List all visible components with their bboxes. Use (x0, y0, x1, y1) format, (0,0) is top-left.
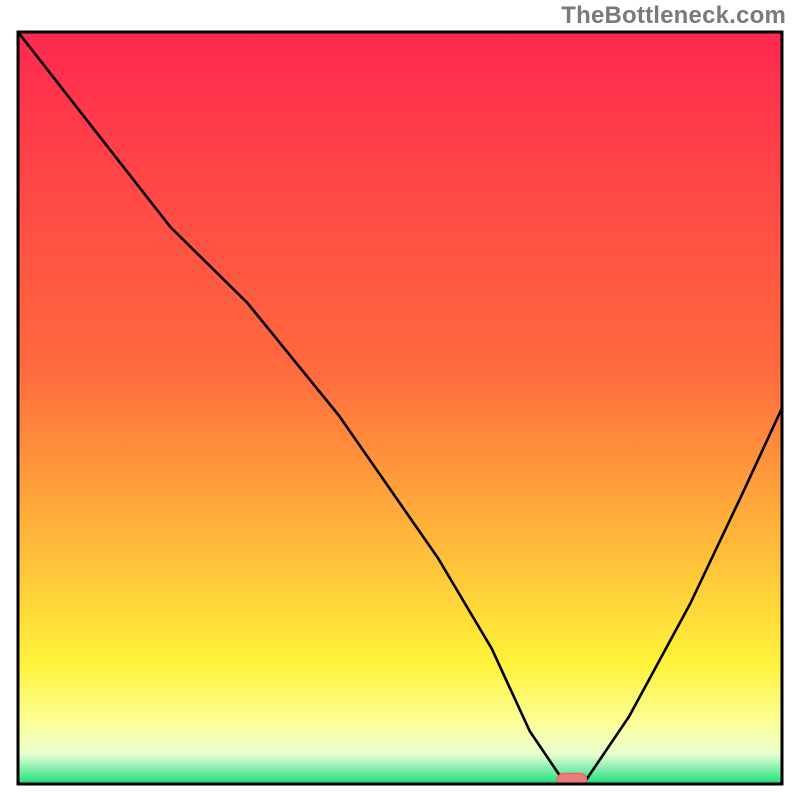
bottleneck-chart (0, 0, 800, 800)
plot-area (18, 32, 782, 787)
gradient-background (18, 32, 782, 784)
chart-stage: TheBottleneck.com (0, 0, 800, 800)
watermark-text: TheBottleneck.com (561, 2, 786, 30)
